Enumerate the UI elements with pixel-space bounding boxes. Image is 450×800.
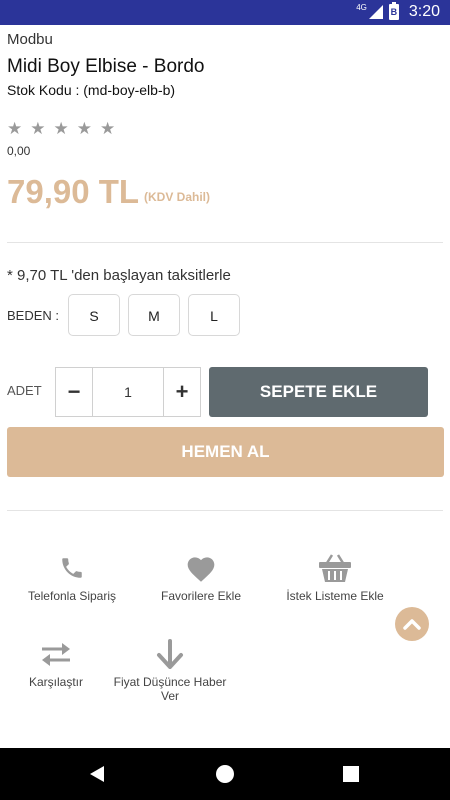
action-label: Fiyat Düşünce Haber Ver (113, 675, 227, 703)
increase-quantity-button[interactable]: + (164, 368, 200, 416)
phone-order-action[interactable]: Telefonla Sipariş (10, 551, 134, 603)
phone-icon (10, 551, 134, 585)
brand-name[interactable]: Modbu (7, 31, 53, 48)
add-favorites-action[interactable]: Favorilere Ekle (142, 551, 260, 603)
basket-icon (272, 551, 398, 585)
action-label: Favorilere Ekle (160, 589, 242, 603)
recent-apps-icon[interactable] (343, 766, 359, 782)
divider (7, 510, 443, 511)
rating-stars[interactable]: ★ ★ ★ ★ ★ (7, 119, 115, 139)
size-option-l[interactable]: L (188, 294, 240, 336)
status-bar: 4G B 3:20 (0, 0, 450, 25)
scroll-to-top-button[interactable] (395, 607, 429, 641)
heart-icon (142, 551, 260, 585)
action-label: Telefonla Sipariş (27, 589, 117, 603)
back-icon[interactable] (90, 766, 104, 782)
size-label: BEDEN : (7, 308, 60, 323)
signal-icon (368, 5, 383, 19)
size-option-m[interactable]: M (128, 294, 180, 336)
stock-code: Stok Kodu : (md-boy-elb-b) (7, 82, 176, 98)
compare-action[interactable]: Karşılaştır (14, 637, 98, 689)
price: 79,90 TL (7, 173, 140, 210)
star-icon: ★ (100, 119, 116, 138)
add-wishlist-action[interactable]: İstek Listeme Ekle (272, 551, 398, 603)
star-icon: ★ (30, 119, 46, 138)
action-label: İstek Listeme Ekle (286, 589, 384, 603)
quantity-input[interactable]: 1 (92, 368, 164, 416)
clock: 3:20 (408, 3, 440, 20)
system-navigation-bar (0, 748, 450, 800)
action-label: Karşılaştır (28, 675, 83, 689)
home-icon[interactable] (216, 765, 234, 783)
network-type: 4G (356, 2, 367, 12)
price-drop-alert-action[interactable]: Fiyat Düşünce Haber Ver (104, 637, 236, 703)
chevron-up-icon (403, 619, 421, 630)
rating-value: 0,00 (7, 144, 31, 158)
quantity-stepper: − 1 + (55, 367, 201, 417)
divider (7, 242, 443, 243)
vat-note: (KDV Dahil) (144, 190, 210, 204)
arrow-down-icon (104, 637, 236, 671)
compare-arrows-icon (14, 637, 98, 671)
installment-info[interactable]: * 9,70 TL 'den başlayan taksitlerle (7, 267, 231, 284)
buy-now-button[interactable]: HEMEN AL (7, 427, 444, 477)
product-title: Midi Boy Elbise - Bordo (7, 56, 205, 77)
star-icon: ★ (76, 119, 92, 138)
add-to-cart-button[interactable]: SEPETE EKLE (209, 367, 428, 417)
decrease-quantity-button[interactable]: − (56, 368, 92, 416)
star-icon: ★ (7, 119, 23, 138)
quantity-label: ADET (7, 383, 42, 398)
battery-icon: B (388, 2, 399, 20)
size-option-s[interactable]: S (68, 294, 120, 336)
star-icon: ★ (53, 119, 69, 138)
